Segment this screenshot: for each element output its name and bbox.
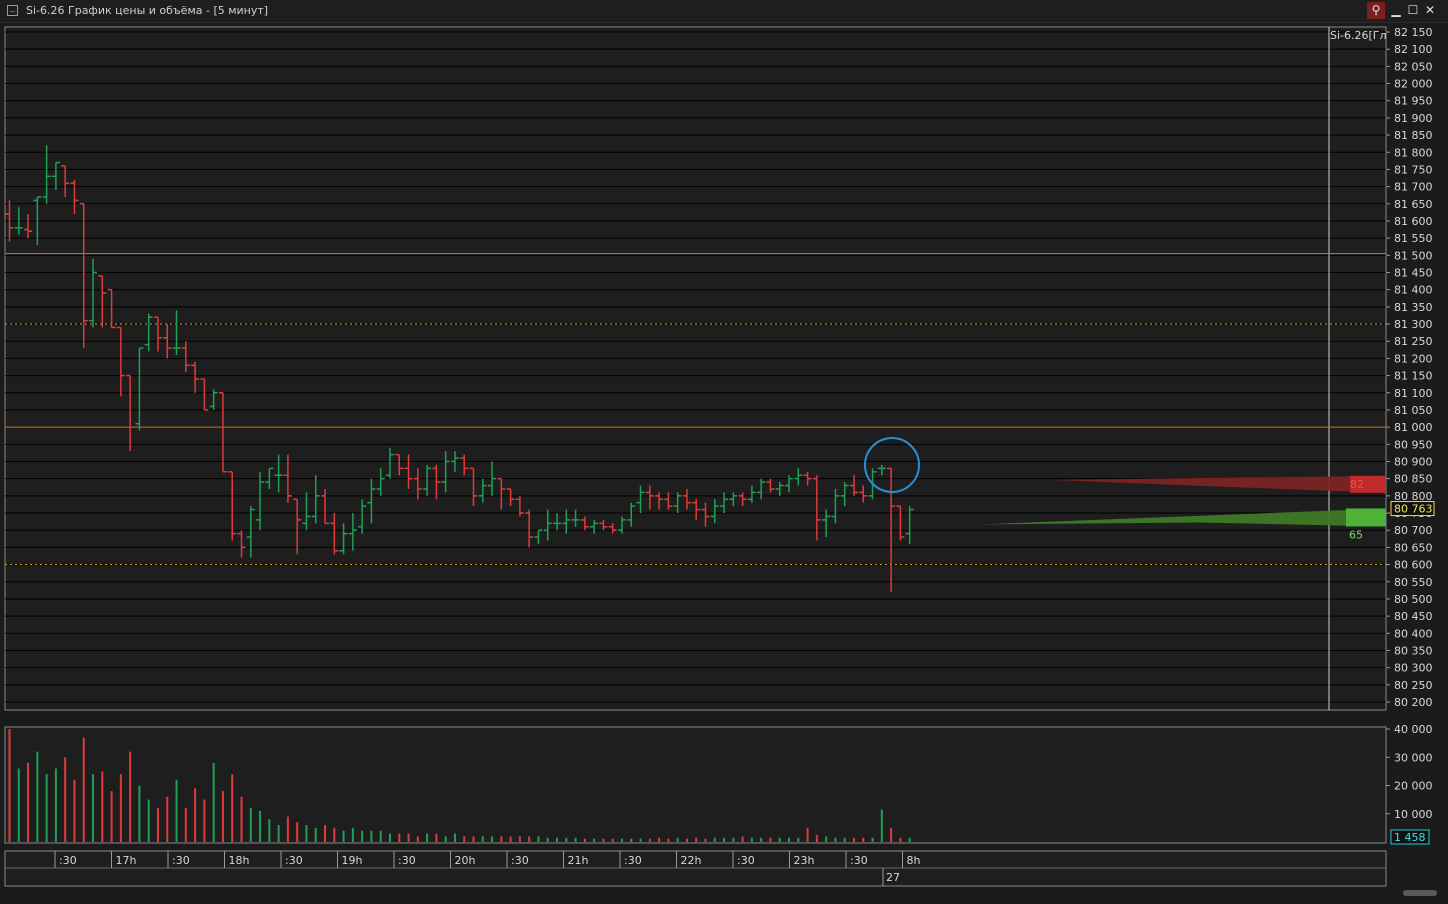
time-axis-label: 20h: [455, 854, 476, 867]
price-axis-label: 81 350: [1394, 301, 1433, 314]
price-axis-label: 80 900: [1394, 456, 1433, 469]
price-axis-label: 82 150: [1394, 26, 1433, 39]
price-axis-label: 80 600: [1394, 559, 1433, 572]
price-axis-label: 81 050: [1394, 404, 1433, 417]
price-axis-label: 81 850: [1394, 129, 1433, 142]
price-axis-label: 81 400: [1394, 284, 1433, 297]
volume-axis-label: 20 000: [1394, 780, 1433, 793]
last-price-value: 80 763: [1394, 503, 1433, 516]
price-axis-label: 81 500: [1394, 249, 1433, 262]
price-pane: [4, 26, 1387, 711]
price-axis-label: 81 550: [1394, 232, 1433, 245]
time-axis-label: 8h: [907, 854, 921, 867]
price-axis-label: 81 900: [1394, 112, 1433, 125]
price-axis-label: 80 200: [1394, 696, 1433, 709]
time-axis-label: :30: [737, 854, 755, 867]
buy-profile-head: [1346, 508, 1386, 527]
price-axis-label: 80 550: [1394, 576, 1433, 589]
price-axis-label: 81 250: [1394, 335, 1433, 348]
price-axis-label: 81 600: [1394, 215, 1433, 228]
price-axis-label: 81 100: [1394, 387, 1433, 400]
price-axis-label: 80 950: [1394, 438, 1433, 451]
buy-profile-label: 65: [1349, 528, 1363, 541]
time-axis-label: :30: [285, 854, 303, 867]
price-volume-chart[interactable]: 82 150 82 100 82 050 82 000 81 950 81 900 81 8…: [0, 0, 1448, 904]
price-axis-label: 80 850: [1394, 473, 1433, 486]
price-axis-label: 82 000: [1394, 78, 1433, 91]
price-axis-label: 80 300: [1394, 662, 1433, 675]
volume-pane: [4, 726, 1387, 844]
volume-axis-label: 10 000: [1394, 808, 1433, 821]
volume-axis-label: 40 000: [1394, 723, 1433, 736]
sell-profile-label: 82: [1350, 478, 1364, 491]
time-axis-label: 19h: [342, 854, 363, 867]
price-axis-label: 80 650: [1394, 541, 1433, 554]
price-axis-label: 81 700: [1394, 181, 1433, 194]
horizontal-scrollbar-thumb[interactable]: [1403, 890, 1437, 896]
price-axis-label: 80 350: [1394, 644, 1433, 657]
price-axis-label: 81 200: [1394, 352, 1433, 365]
price-axis-label: 81 800: [1394, 146, 1433, 159]
price-axis-label: 80 250: [1394, 679, 1433, 692]
price-axis-label: 81 150: [1394, 370, 1433, 383]
last-volume-value: 1 458: [1394, 831, 1426, 844]
price-axis-label: 81 650: [1394, 198, 1433, 211]
price-axis-label: 81 000: [1394, 421, 1433, 434]
price-axis-label: 81 450: [1394, 267, 1433, 280]
instrument-label: Si-6.26[Гл: [1330, 29, 1387, 42]
price-axis-label: 80 800: [1394, 490, 1433, 503]
time-axis-label: :30: [850, 854, 868, 867]
time-axis-label: 17h: [116, 854, 137, 867]
time-axis-label: 22h: [681, 854, 702, 867]
price-axis-label: 80 500: [1394, 593, 1433, 606]
date-axis-label: 27: [886, 871, 900, 884]
time-axis-label: :30: [59, 854, 77, 867]
time-axis-label: 21h: [568, 854, 589, 867]
price-axis-label: 80 700: [1394, 524, 1433, 537]
time-axis-label: :30: [172, 854, 190, 867]
price-axis-label: 81 750: [1394, 163, 1433, 176]
volume-axis-label: 30 000: [1394, 751, 1433, 764]
price-axis-label: 80 400: [1394, 627, 1433, 640]
time-axis-label: :30: [511, 854, 529, 867]
price-axis-label: 82 100: [1394, 43, 1433, 56]
price-axis-label: 81 950: [1394, 95, 1433, 108]
time-axis-label: 18h: [229, 854, 250, 867]
price-axis-label: 82 050: [1394, 60, 1433, 73]
price-axis-label: 80 450: [1394, 610, 1433, 623]
time-axis-label: :30: [398, 854, 416, 867]
price-axis-label: 81 300: [1394, 318, 1433, 331]
time-axis-label: 23h: [794, 854, 815, 867]
time-axis-label: :30: [624, 854, 642, 867]
